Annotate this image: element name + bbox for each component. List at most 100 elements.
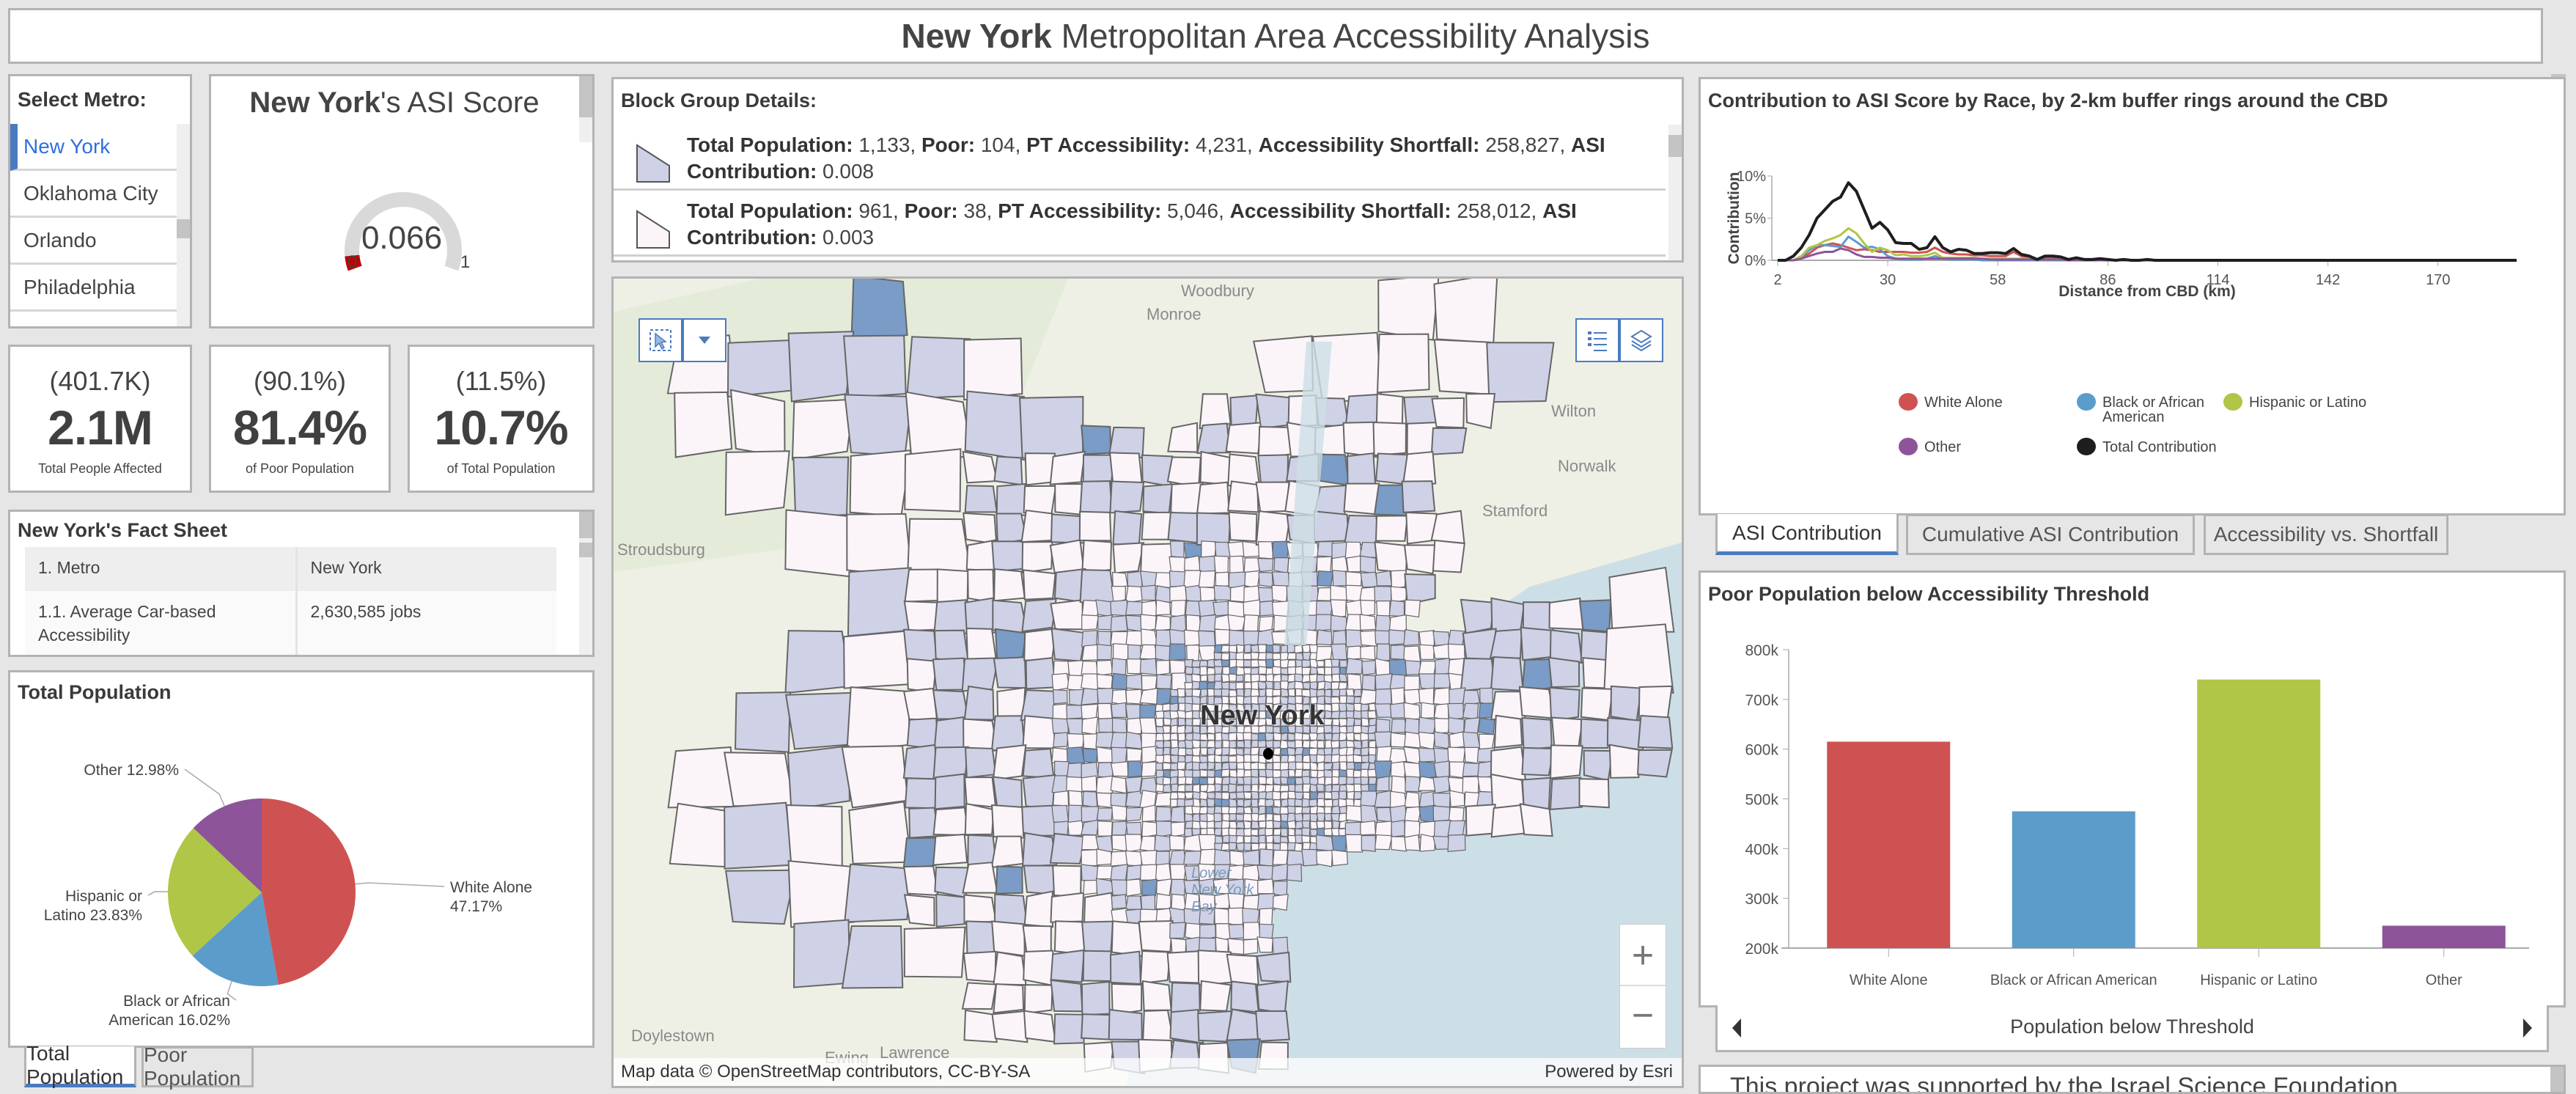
block-group-polygon[interactable]: [1347, 673, 1362, 691]
block-group-polygon[interactable]: [1243, 630, 1260, 646]
block-group-polygon[interactable]: [993, 951, 1027, 986]
block-group-polygon[interactable]: [1431, 397, 1465, 429]
block-group-polygon[interactable]: [1375, 776, 1390, 792]
block-group-polygon[interactable]: [1433, 279, 1498, 344]
block-group-polygon[interactable]: [1272, 894, 1289, 911]
block-group-polygon[interactable]: [1097, 702, 1113, 719]
block-group-polygon[interactable]: [1111, 879, 1128, 896]
block-group-polygon[interactable]: [1608, 744, 1641, 779]
block-group-polygon[interactable]: [1257, 557, 1274, 573]
block-group-polygon[interactable]: [1462, 702, 1479, 720]
block-group-polygon[interactable]: [727, 339, 795, 398]
block-group-polygon[interactable]: [1111, 920, 1144, 958]
block-group-polygon[interactable]: [1463, 717, 1481, 735]
block-group-polygon[interactable]: [1265, 762, 1273, 771]
block-group-polygon[interactable]: [1096, 807, 1114, 821]
block-group-polygon[interactable]: [1191, 695, 1201, 705]
block-group-polygon[interactable]: [963, 894, 997, 924]
block-group-polygon[interactable]: [902, 837, 937, 870]
block-group-polygon[interactable]: [1229, 629, 1246, 647]
block-group-polygon[interactable]: [1184, 812, 1194, 822]
block-group-polygon[interactable]: [1081, 703, 1099, 719]
block-group-polygon[interactable]: [1126, 878, 1141, 897]
block-group-polygon[interactable]: [963, 512, 998, 545]
block-group-polygon[interactable]: [1332, 799, 1339, 807]
block-group-polygon[interactable]: [1447, 834, 1466, 852]
block-group-polygon[interactable]: [1257, 680, 1267, 690]
block-group-polygon[interactable]: [1184, 682, 1193, 691]
block-group-polygon[interactable]: [1051, 672, 1070, 691]
block-group-polygon[interactable]: [1315, 614, 1333, 632]
block-group-polygon[interactable]: [1235, 806, 1245, 814]
block-group-polygon[interactable]: [1331, 835, 1347, 853]
block-group-polygon[interactable]: [1022, 748, 1055, 779]
block-group-polygon[interactable]: [1331, 724, 1341, 735]
block-group-map[interactable]: [614, 279, 1682, 1086]
next-arrow-icon[interactable]: [2522, 1018, 2533, 1038]
block-group-polygon[interactable]: [1096, 673, 1114, 689]
block-group-polygon[interactable]: [1280, 828, 1288, 837]
block-group-polygon[interactable]: [1405, 660, 1421, 676]
block-group-polygon[interactable]: [1418, 747, 1436, 763]
block-group-polygon[interactable]: [729, 389, 786, 458]
block-group-polygon[interactable]: [1081, 806, 1100, 823]
block-group-polygon[interactable]: [1196, 481, 1230, 515]
block-group-polygon[interactable]: [1251, 842, 1260, 851]
block-group-polygon[interactable]: [1250, 667, 1260, 675]
block-group-polygon[interactable]: [1213, 848, 1231, 867]
block-group-polygon[interactable]: [1317, 740, 1325, 749]
block-group-polygon[interactable]: [849, 449, 912, 518]
block-group-polygon[interactable]: [1229, 555, 1245, 574]
block-group-polygon[interactable]: [1279, 791, 1289, 801]
block-group-polygon[interactable]: [1141, 980, 1172, 1011]
block-group-polygon[interactable]: [1198, 570, 1216, 588]
block-group-polygon[interactable]: [1207, 733, 1215, 741]
block-group-polygon[interactable]: [1243, 659, 1253, 668]
block-group-polygon[interactable]: [1201, 540, 1217, 559]
block-group-polygon[interactable]: [1049, 539, 1086, 574]
block-group-polygon[interactable]: [724, 450, 790, 516]
block-group-polygon[interactable]: [1235, 666, 1245, 676]
block-group-polygon[interactable]: [1169, 556, 1186, 573]
block-group-polygon[interactable]: [1155, 614, 1171, 632]
block-group-polygon[interactable]: [1578, 778, 1610, 809]
block-group-polygon[interactable]: [1112, 510, 1143, 546]
metro-option[interactable]: New York: [10, 124, 177, 171]
block-group-polygon[interactable]: [1198, 630, 1216, 647]
block-group-polygon[interactable]: [1345, 805, 1363, 823]
block-group-polygon[interactable]: [1280, 755, 1289, 764]
block-group-polygon[interactable]: [1141, 675, 1158, 691]
block-group-polygon[interactable]: [1140, 864, 1158, 881]
block-group-polygon[interactable]: [1098, 717, 1114, 733]
powered-by-esri[interactable]: Powered by Esri: [1545, 1058, 1673, 1086]
block-group-polygon[interactable]: [1139, 644, 1158, 660]
block-group-polygon[interactable]: [1243, 849, 1260, 866]
block-group-polygon[interactable]: [1273, 799, 1281, 808]
block-group-polygon[interactable]: [1197, 950, 1232, 986]
block-group-polygon[interactable]: [1610, 685, 1643, 722]
block-group-polygon[interactable]: [1255, 1010, 1290, 1042]
block-group-polygon[interactable]: [1272, 936, 1289, 955]
block-group-polygon[interactable]: [1360, 555, 1377, 574]
block-group-polygon[interactable]: [1257, 813, 1267, 822]
block-group-polygon[interactable]: [1112, 542, 1145, 574]
block-group-polygon[interactable]: [1302, 740, 1311, 749]
block-group-polygon[interactable]: [1432, 835, 1451, 851]
block-group-polygon[interactable]: [1339, 659, 1348, 668]
block-group-polygon[interactable]: [784, 509, 852, 578]
block-group-polygon[interactable]: [848, 801, 912, 864]
block-group-polygon[interactable]: [1228, 798, 1238, 808]
block-group-polygon[interactable]: [1257, 644, 1267, 653]
block-group-polygon[interactable]: [993, 455, 1023, 486]
block-group-polygon[interactable]: [1199, 450, 1233, 486]
block-group-polygon[interactable]: [1139, 850, 1158, 867]
block-group-polygon[interactable]: [1243, 812, 1253, 822]
block-group-polygon[interactable]: [1251, 820, 1260, 829]
block-group-polygon[interactable]: [1255, 481, 1290, 513]
block-group-scrollbar[interactable]: [1668, 125, 1682, 260]
block-group-polygon[interactable]: [1214, 740, 1223, 749]
block-group-polygon[interactable]: [1081, 920, 1114, 955]
block-group-polygon[interactable]: [1332, 820, 1341, 829]
block-group-polygon[interactable]: [1199, 674, 1208, 683]
block-group-polygon[interactable]: [1228, 571, 1246, 588]
